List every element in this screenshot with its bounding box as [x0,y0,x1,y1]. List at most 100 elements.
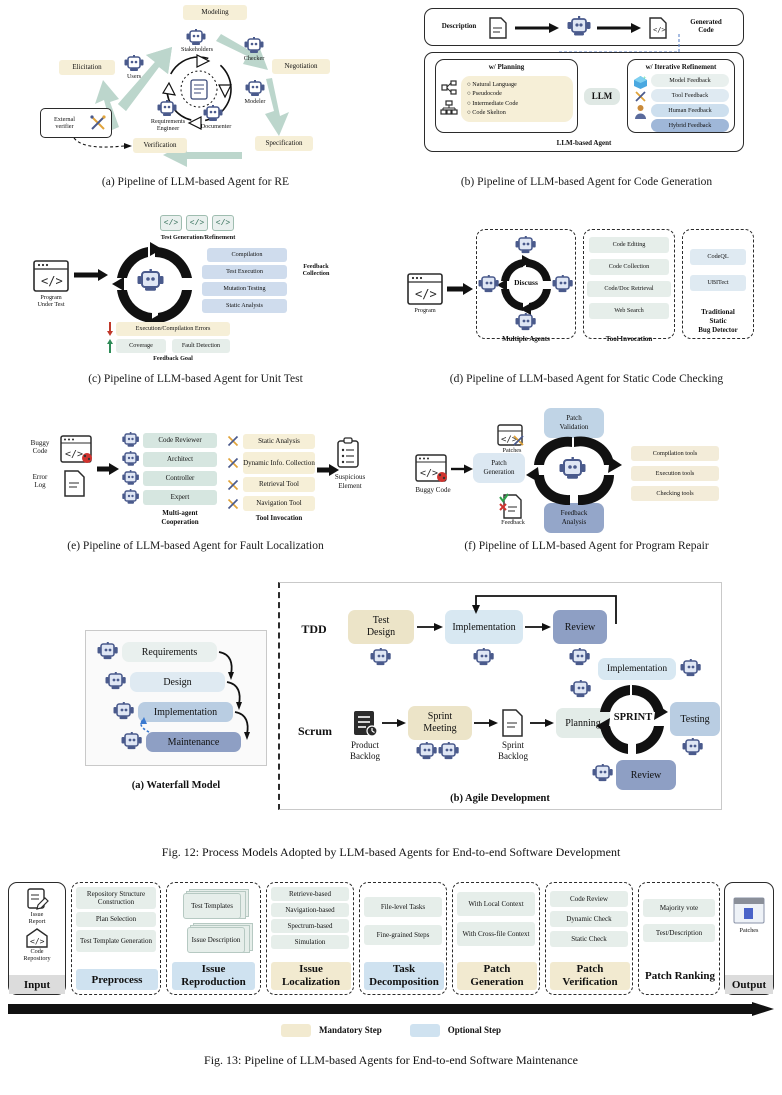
fig13-ranking-item-0[interactable]: Majority vote [643,899,715,917]
unittest-feedback-mutation-testing[interactable]: Mutation Testing [202,282,287,296]
re-stage-elicitation[interactable]: Elicitation [59,60,115,75]
agile-scrum-testing[interactable]: Testing [670,702,720,736]
fig13-stage-issue-reproduction[interactable]: Test Templates Issue Description Issue R… [166,882,261,995]
repair-patch-generation[interactable]: Patch Generation [473,453,525,483]
fig13-preprocess-item-0[interactable]: Repository Structure Construction [76,887,156,909]
unittest-code-chip-2[interactable]: </> [212,215,234,231]
staticcheck-tool-web-search[interactable]: Web Search [589,303,669,319]
fig13-stage-patch-ranking[interactable]: Majority vote Test/Description Patch Ran… [638,882,720,995]
fig13-localization-item-2[interactable]: Spectrum-based [271,919,349,933]
fig13-input-title-text: Input [23,978,51,991]
document-icon [489,17,507,39]
legend-label-mandatory: Mandatory Step [319,1025,382,1035]
fig13-stage-input[interactable]: Issue Report </> Code Repository Input [8,882,66,995]
faultloc-tool-static-analysis[interactable]: Static Analysis [243,434,315,449]
unittest-code-chip-0[interactable]: </> [160,215,182,231]
re-external-verifier[interactable]: External verifier [40,108,112,138]
faultloc-buggy-line1: Buggy [30,439,50,447]
unittest-feedback-static-analysis[interactable]: Static Analysis [202,299,287,313]
agile-panel: TDD Test Design Implementation Review Sc… [278,582,726,830]
faultloc-tool-dynamic-info[interactable]: Dynamic Info. Collection [243,452,315,474]
faultloc-tool-retrieval[interactable]: Retrieval Tool [243,477,315,492]
agile-scrum-review[interactable]: Review [616,760,676,790]
fig13-patchver-item-0[interactable]: Code Review [550,891,628,907]
repair-tool-compilation[interactable]: Compilation tools [631,446,719,461]
faultloc-role-controller[interactable]: Controller [143,471,217,486]
agile-tdd-0-line1: Test [372,615,390,626]
staticcheck-tool-code-collection[interactable]: Code Collection [589,259,669,275]
fig13-localization-item-0[interactable]: Retrieve-based [271,887,349,901]
re-external-verifier-label: External verifier [41,116,88,130]
faultloc-tool-navigation[interactable]: Navigation Tool [243,496,315,511]
faultloc-role-expert[interactable]: Expert [143,490,217,505]
unittest-goal-coverage[interactable]: Coverage [116,339,166,353]
repair-fa-line2: Analysis [561,518,587,526]
fig13-patchgen-item-1[interactable]: With Cross-file Context [457,922,535,946]
issue-report-icon [27,888,49,910]
unittest-goal-errors[interactable]: Execution/Compilation Errors [116,322,230,336]
fig13-stage-patch-generation[interactable]: With Local Context With Cross-file Conte… [452,882,540,995]
fig13-preprocess-item-1-text: Plan Selection [95,915,137,924]
staticcheck-detector-ubitect[interactable]: UBITect [690,275,746,291]
staticcheck-detector-0-text: CodeQL [707,253,729,261]
fig13-patchgen-item-0[interactable]: With Local Context [457,892,535,916]
codegen-planning-item-0[interactable]: ○ Natural Language [467,80,569,89]
codegen-planning-item-1[interactable]: ○ Pseudocode [467,89,569,98]
codegen-planning-item-3[interactable]: ○ Code Skelton [467,108,569,117]
fig13-stage-patch-verification[interactable]: Code Review Dynamic Check Static Check P… [545,882,633,995]
codegen-llm-node[interactable]: LLM [584,88,620,105]
codegen-feedback-hybrid[interactable]: Hybrid Feedback [651,119,729,132]
fig13-repro-item-0[interactable]: Test Templates [183,893,241,919]
staticcheck-tool-code-doc-retrieval[interactable]: Code/Doc Retrieval [587,281,671,297]
fig13-stage-issue-reproduction-title: Issue Reproduction [172,962,255,990]
repair-patch-validation[interactable]: Patch Validation [544,408,604,438]
document-icon [190,79,208,100]
svg-text:</>: </> [415,287,437,301]
fig13-repro-item-1[interactable]: Issue Description [187,927,245,953]
codegen-feedback-tool[interactable]: Tool Feedback [651,89,729,102]
faultloc-role-code-reviewer[interactable]: Code Reviewer [143,433,217,448]
repair-tool-execution[interactable]: Execution tools [631,466,719,481]
agile-tdd-0-line2: Design [366,627,396,638]
repair-tool-checking[interactable]: Checking tools [631,486,719,501]
staticcheck-detector-codeql[interactable]: CodeQL [690,249,746,265]
faultloc-tool-2-text: Retrieval Tool [258,480,299,489]
fig13-patchver-item-2[interactable]: Static Check [550,931,628,947]
unittest-feedback-compilation[interactable]: Compilation [207,248,287,262]
re-label-stakeholders-text: Stakeholders [181,46,213,53]
repair-feedback-analysis[interactable]: Feedback Analysis [544,503,604,533]
fig13-task-item-0[interactable]: File-level Tasks [364,897,442,917]
re-stage-verification[interactable]: Verification [133,138,187,153]
re-stage-specification[interactable]: Specification [255,136,313,151]
fig13-ranking-item-1[interactable]: Test/Description [643,924,715,942]
codegen-feedback-human[interactable]: Human Feedback [651,104,729,117]
re-verifier-connector [73,137,132,149]
fig13-patchver-item-1[interactable]: Dynamic Check [550,911,628,927]
codegen-feedback-model[interactable]: Model Feedback [651,74,729,87]
fig13-stage-task-decomposition[interactable]: File-level Tasks Fine-grained Steps Task… [359,882,447,995]
faultloc-tools-title: Tool Invocation [235,514,323,522]
agile-sprint-meeting[interactable]: Sprint Meeting [408,706,472,740]
faultloc-robot-1 [122,451,139,466]
re-stage-modeling[interactable]: Modeling [183,5,247,20]
fig13-task-item-0-text: File-level Tasks [380,902,426,911]
fig13-localization-item-1[interactable]: Navigation-based [271,903,349,917]
fig13-localization-item-3[interactable]: Simulation [271,935,349,949]
codegen-planning-item-2[interactable]: ○ Intermediate Code [467,99,569,108]
fig13-stage-output[interactable]: Patches Output [724,882,774,995]
agile-scrum-implementation[interactable]: Implementation [598,658,676,680]
fig13-repro-item-0-text: Test Templates [191,901,233,910]
faultloc-role-architect[interactable]: Architect [143,452,217,467]
fig13-stage-preprocess[interactable]: Repository Structure Construction Plan S… [71,882,161,995]
unittest-goal-fault-detection[interactable]: Fault Detection [172,339,230,353]
faultloc-role-1-text: Architect [166,455,194,464]
staticcheck-tool-code-editing[interactable]: Code Editing [589,237,669,253]
fig13-preprocess-item-2[interactable]: Test Template Generation [76,930,156,952]
fig13-stage-issue-localization[interactable]: Retrieve-based Navigation-based Spectrum… [266,882,354,995]
unittest-feedback-test-execution[interactable]: Test Execution [202,265,287,279]
agile-tdd-test-design[interactable]: Test Design [348,610,414,644]
re-stage-negotiation[interactable]: Negotiation [272,59,330,74]
unittest-code-chip-1[interactable]: </> [186,215,208,231]
fig13-task-item-1[interactable]: Fine-grained Steps [364,925,442,945]
fig13-preprocess-item-1[interactable]: Plan Selection [76,912,156,927]
